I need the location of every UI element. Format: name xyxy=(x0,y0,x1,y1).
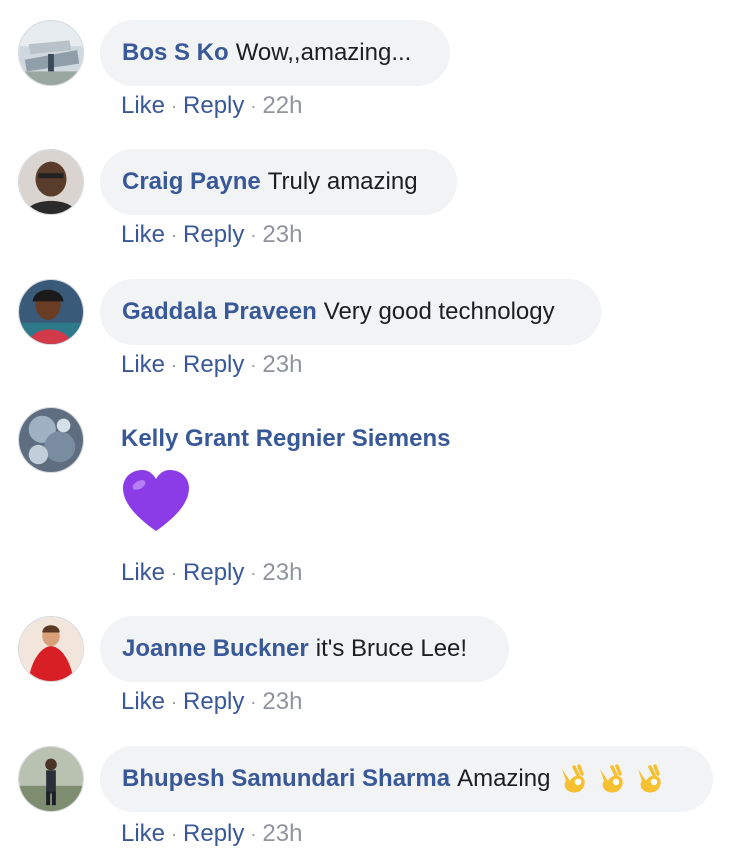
comment-actions: Like · Reply · 23h xyxy=(121,820,302,848)
comment-text: Amazing xyxy=(457,765,551,792)
separator: · xyxy=(171,224,178,245)
comment-bubble: Gaddala Praveen Very good technology xyxy=(100,279,601,345)
avatar[interactable] xyxy=(18,20,84,86)
separator: · xyxy=(171,354,178,375)
comment-text: Very good technology xyxy=(323,298,555,325)
comment-actions: Like · Reply · 23h xyxy=(121,221,302,249)
ok-hand-icon xyxy=(558,763,588,795)
avatar[interactable] xyxy=(18,746,84,812)
reply-link[interactable]: Reply xyxy=(183,820,244,848)
reply-link[interactable]: Reply xyxy=(183,221,244,249)
comment-text: it's Bruce Lee! xyxy=(315,635,468,662)
separator: · xyxy=(250,224,257,245)
comment-author[interactable]: Kelly Grant Regnier Siemens xyxy=(121,425,450,453)
comment-author[interactable]: Joanne Buckner xyxy=(122,635,309,663)
like-link[interactable]: Like xyxy=(121,351,165,379)
comment-author[interactable]: Craig Payne xyxy=(122,168,261,196)
separator: · xyxy=(250,95,257,116)
timestamp[interactable]: 23h xyxy=(262,221,302,249)
comment-actions: Like · Reply · 22h xyxy=(121,92,302,120)
separator: · xyxy=(250,562,257,583)
comment-actions: Like · Reply · 23h xyxy=(121,688,302,716)
like-link[interactable]: Like xyxy=(121,688,165,716)
avatar[interactable] xyxy=(18,279,84,345)
timestamp[interactable]: 23h xyxy=(262,820,302,848)
timestamp[interactable]: 22h xyxy=(262,92,302,120)
reply-link[interactable]: Reply xyxy=(183,351,244,379)
separator: · xyxy=(171,823,178,844)
separator: · xyxy=(250,691,257,712)
timestamp[interactable]: 23h xyxy=(262,351,302,379)
ok-hand-icon xyxy=(596,763,626,795)
reply-link[interactable]: Reply xyxy=(183,688,244,716)
comment-bubble: Craig Payne Truly amazing xyxy=(100,149,457,215)
comment-author[interactable]: Gaddala Praveen xyxy=(122,298,317,326)
like-link[interactable]: Like xyxy=(121,92,165,120)
reply-link[interactable]: Reply xyxy=(183,559,244,587)
comment-author[interactable]: Bos S Ko xyxy=(122,39,229,67)
separator: · xyxy=(250,823,257,844)
separator: · xyxy=(171,95,178,116)
comment-actions: Like · Reply · 23h xyxy=(121,351,302,379)
comment-text: Wow,,amazing... xyxy=(235,39,412,66)
comment-actions: Like · Reply · 23h xyxy=(121,559,302,587)
ok-hand-icon xyxy=(634,763,664,795)
separator: · xyxy=(171,562,178,583)
purple-heart-icon xyxy=(121,469,191,535)
avatar[interactable] xyxy=(18,616,84,682)
separator: · xyxy=(250,354,257,375)
comment-bubble: Joanne Buckner it's Bruce Lee! xyxy=(100,616,509,682)
like-link[interactable]: Like xyxy=(121,820,165,848)
like-link[interactable]: Like xyxy=(121,559,165,587)
avatar[interactable] xyxy=(18,149,84,215)
comment-author[interactable]: Bhupesh Samundari Sharma xyxy=(122,765,450,793)
separator: · xyxy=(171,691,178,712)
like-link[interactable]: Like xyxy=(121,221,165,249)
comment-bubble: Bos S Ko Wow,,amazing... xyxy=(100,20,450,86)
reply-link[interactable]: Reply xyxy=(183,92,244,120)
timestamp[interactable]: 23h xyxy=(262,688,302,716)
comment-text: Truly amazing xyxy=(267,168,418,195)
timestamp[interactable]: 23h xyxy=(262,559,302,587)
comment-bubble: Bhupesh Samundari Sharma Amazing xyxy=(100,746,713,812)
avatar[interactable] xyxy=(18,407,84,473)
